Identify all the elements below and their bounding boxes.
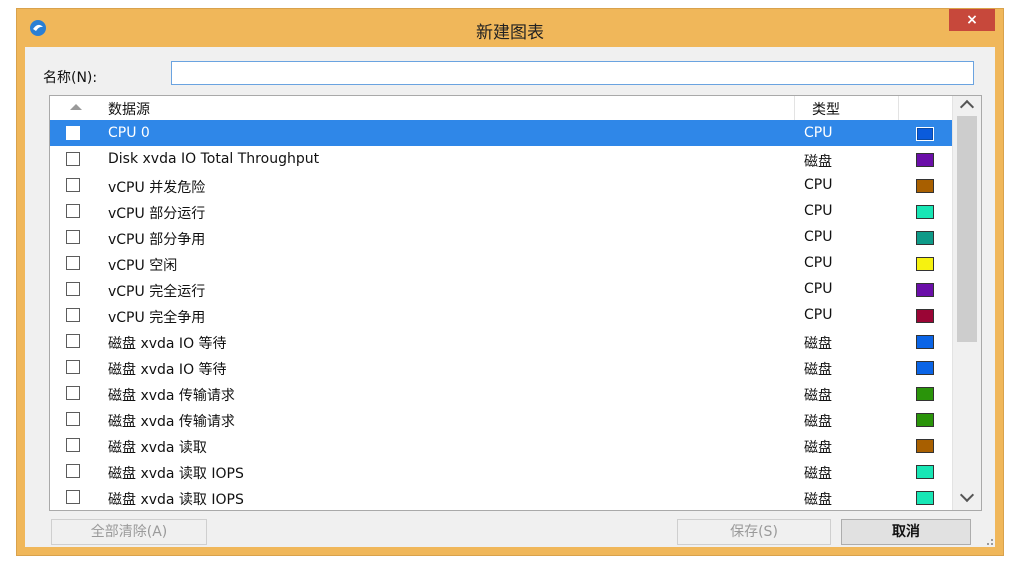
color-swatch[interactable]	[916, 179, 934, 193]
list-item[interactable]: 磁盘 xvda 传输请求 磁盘	[50, 406, 954, 432]
list-item[interactable]: vCPU 并发危险 CPU	[50, 172, 954, 198]
row-checkbox[interactable]	[66, 256, 80, 270]
row-checkbox[interactable]	[66, 334, 80, 348]
vertical-scrollbar[interactable]	[952, 96, 981, 510]
datasource-name: vCPU 完全争用	[108, 310, 206, 326]
datasource-type: 磁盘	[804, 362, 832, 378]
datasource-name: Disk xvda IO Total Throughput	[108, 151, 320, 167]
datasource-type: 磁盘	[804, 154, 832, 170]
row-checkbox[interactable]	[66, 412, 80, 426]
color-swatch[interactable]	[916, 205, 934, 219]
list-item[interactable]: vCPU 部分运行 CPU	[50, 198, 954, 224]
datasource-name: CPU 0	[108, 125, 150, 141]
clear-all-button[interactable]: 全部清除(A)	[51, 519, 207, 545]
row-checkbox[interactable]	[66, 308, 80, 322]
save-button[interactable]: 保存(S)	[677, 519, 831, 545]
datasource-name: 磁盘 xvda 读取	[108, 440, 207, 456]
scroll-up-icon[interactable]	[959, 99, 975, 115]
datasource-name: 磁盘 xvda IO 等待	[108, 336, 227, 352]
datasource-name: 磁盘 xvda IO 等待	[108, 362, 227, 378]
resize-grip-icon[interactable]	[981, 533, 993, 545]
row-checkbox[interactable]	[66, 126, 80, 140]
list-item[interactable]: vCPU 完全争用 CPU	[50, 302, 954, 328]
color-swatch[interactable]	[916, 361, 934, 375]
title-bar[interactable]: 新建图表 ×	[17, 9, 1003, 47]
list-item[interactable]: 磁盘 xvda 读取 IOPS 磁盘	[50, 484, 954, 510]
datasource-name: 磁盘 xvda 传输请求	[108, 414, 235, 430]
color-swatch[interactable]	[916, 257, 934, 271]
datasource-type: 磁盘	[804, 388, 832, 404]
scroll-thumb[interactable]	[957, 116, 977, 342]
datasource-type: CPU	[804, 229, 833, 245]
row-checkbox[interactable]	[66, 360, 80, 374]
row-checkbox[interactable]	[66, 230, 80, 244]
datasource-type: 磁盘	[804, 336, 832, 352]
row-checkbox[interactable]	[66, 464, 80, 478]
datasource-name: 磁盘 xvda 读取 IOPS	[108, 466, 244, 482]
name-label: 名称(N):	[43, 70, 98, 86]
column-divider[interactable]	[898, 96, 899, 120]
color-swatch[interactable]	[916, 127, 934, 141]
list-item[interactable]: 磁盘 xvda 读取 IOPS 磁盘	[50, 458, 954, 484]
list-item[interactable]: 磁盘 xvda IO 等待 磁盘	[50, 328, 954, 354]
new-chart-dialog: 新建图表 × 名称(N): 数据源 类型 CPU 0 CPU Disk xvda I…	[16, 8, 1004, 556]
color-swatch[interactable]	[916, 439, 934, 453]
datasource-type: CPU	[804, 125, 833, 141]
row-checkbox[interactable]	[66, 178, 80, 192]
color-swatch[interactable]	[916, 231, 934, 245]
datasource-name: vCPU 并发危险	[108, 180, 206, 196]
row-checkbox[interactable]	[66, 386, 80, 400]
list-item[interactable]: Disk xvda IO Total Throughput 磁盘	[50, 146, 954, 172]
list-header: 数据源 类型	[50, 96, 954, 121]
name-input[interactable]	[171, 61, 974, 85]
color-swatch[interactable]	[916, 387, 934, 401]
list-item[interactable]: vCPU 完全运行 CPU	[50, 276, 954, 302]
row-checkbox[interactable]	[66, 438, 80, 452]
color-swatch[interactable]	[916, 283, 934, 297]
scroll-down-icon[interactable]	[959, 487, 975, 503]
row-checkbox[interactable]	[66, 282, 80, 296]
dialog-body: 名称(N): 数据源 类型 CPU 0 CPU Disk xvda IO Total…	[25, 47, 995, 547]
datasource-type: 磁盘	[804, 414, 832, 430]
datasource-type: 磁盘	[804, 440, 832, 456]
color-swatch[interactable]	[916, 309, 934, 323]
cancel-button[interactable]: 取消	[841, 519, 971, 545]
sort-arrow-icon[interactable]	[70, 104, 82, 110]
datasource-name: vCPU 部分争用	[108, 232, 206, 248]
datasource-type: CPU	[804, 281, 833, 297]
datasource-name: vCPU 部分运行	[108, 206, 206, 222]
color-swatch[interactable]	[916, 335, 934, 349]
list-item[interactable]: CPU 0 CPU	[50, 120, 954, 146]
list-item[interactable]: 磁盘 xvda IO 等待 磁盘	[50, 354, 954, 380]
row-checkbox[interactable]	[66, 204, 80, 218]
column-header-type[interactable]: 类型	[812, 99, 840, 119]
list-item[interactable]: vCPU 空闲 CPU	[50, 250, 954, 276]
color-swatch[interactable]	[916, 465, 934, 479]
close-button[interactable]: ×	[949, 9, 995, 31]
list-item[interactable]: vCPU 部分争用 CPU	[50, 224, 954, 250]
color-swatch[interactable]	[916, 491, 934, 505]
column-header-source[interactable]: 数据源	[108, 99, 150, 119]
datasource-name: 磁盘 xvda 传输请求	[108, 388, 235, 404]
color-swatch[interactable]	[916, 153, 934, 167]
datasource-name: vCPU 完全运行	[108, 284, 206, 300]
datasource-type: CPU	[804, 203, 833, 219]
row-checkbox[interactable]	[66, 490, 80, 504]
datasource-type: CPU	[804, 177, 833, 193]
list-item[interactable]: 磁盘 xvda 读取 磁盘	[50, 432, 954, 458]
window-title: 新建图表	[476, 23, 544, 43]
datasource-name: 磁盘 xvda 读取 IOPS	[108, 492, 244, 508]
datasource-type: 磁盘	[804, 466, 832, 482]
row-checkbox[interactable]	[66, 152, 80, 166]
datasource-type: CPU	[804, 255, 833, 271]
column-divider[interactable]	[794, 96, 795, 120]
color-swatch[interactable]	[916, 413, 934, 427]
datasource-type: CPU	[804, 307, 833, 323]
datasource-name: vCPU 空闲	[108, 258, 178, 274]
datasource-type: 磁盘	[804, 492, 832, 508]
datasource-list[interactable]: 数据源 类型 CPU 0 CPU Disk xvda IO Total Throug…	[49, 95, 982, 511]
list-item[interactable]: 磁盘 xvda 传输请求 磁盘	[50, 380, 954, 406]
